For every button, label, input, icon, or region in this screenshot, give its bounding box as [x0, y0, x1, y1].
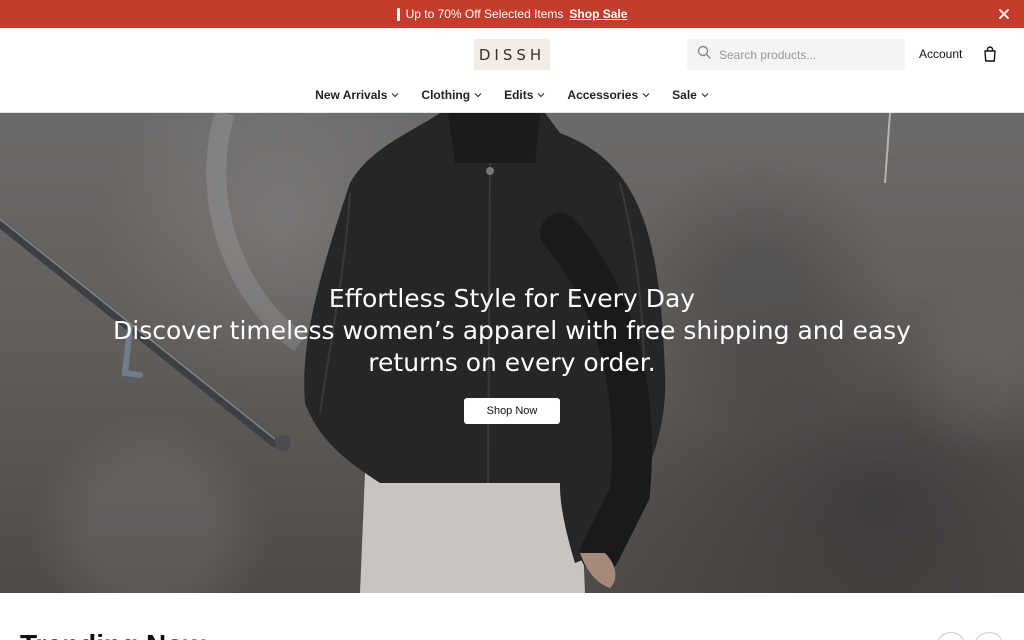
hero-text: Effortless Style for Every Day Discover …: [0, 283, 1024, 379]
nav-item-label: Accessories: [567, 88, 639, 102]
nav-item-new-arrivals[interactable]: New Arrivals: [315, 88, 399, 102]
hero-title: Effortless Style for Every Day: [328, 284, 696, 313]
nav-item-label: New Arrivals: [315, 88, 388, 102]
chevron-down-icon: [642, 93, 650, 98]
hero-subtitle: Discover timeless women’s apparel with f…: [113, 316, 911, 377]
nav-item-sale[interactable]: Sale: [672, 88, 709, 102]
site-header: DISSH Account New Arrivals Clothing Edit…: [0, 28, 1024, 113]
carousel-prev-button[interactable]: [936, 632, 966, 640]
account-link[interactable]: Account: [919, 47, 962, 61]
hero-banner: Effortless Style for Every Day Discover …: [0, 113, 1024, 593]
trending-section: Trending Now: [0, 593, 1024, 640]
carousel-next-button[interactable]: [974, 632, 1004, 640]
shop-sale-link[interactable]: Shop Sale: [569, 7, 627, 21]
nav-item-clothing[interactable]: Clothing: [421, 88, 482, 102]
announcement-text: Up to 70% Off Selected Items: [405, 7, 564, 21]
chevron-down-icon: [392, 93, 399, 98]
chevron-down-icon: [701, 93, 709, 98]
nav-item-label: Edits: [504, 88, 534, 102]
close-icon[interactable]: [996, 6, 1012, 22]
nav-item-edits[interactable]: Edits: [504, 88, 545, 102]
chevron-down-icon: [538, 93, 545, 98]
announcement-bar: Up to 70% Off Selected Items Shop Sale: [0, 0, 1024, 28]
shop-now-button[interactable]: Shop Now: [464, 398, 560, 424]
nav-item-label: Clothing: [421, 88, 471, 102]
main-nav: New Arrivals Clothing Edits Accessories …: [0, 88, 1024, 102]
logo[interactable]: DISSH: [474, 39, 550, 70]
nav-item-label: Sale: [672, 88, 697, 102]
announcement-marker: [396, 7, 400, 21]
search-icon: [697, 45, 711, 64]
section-heading: Trending Now: [20, 629, 205, 640]
search-input[interactable]: [719, 47, 889, 62]
nav-item-accessories[interactable]: Accessories: [567, 88, 650, 102]
shopping-bag-icon[interactable]: [983, 46, 999, 62]
search-box[interactable]: [687, 39, 905, 70]
chevron-down-icon: [474, 93, 482, 98]
